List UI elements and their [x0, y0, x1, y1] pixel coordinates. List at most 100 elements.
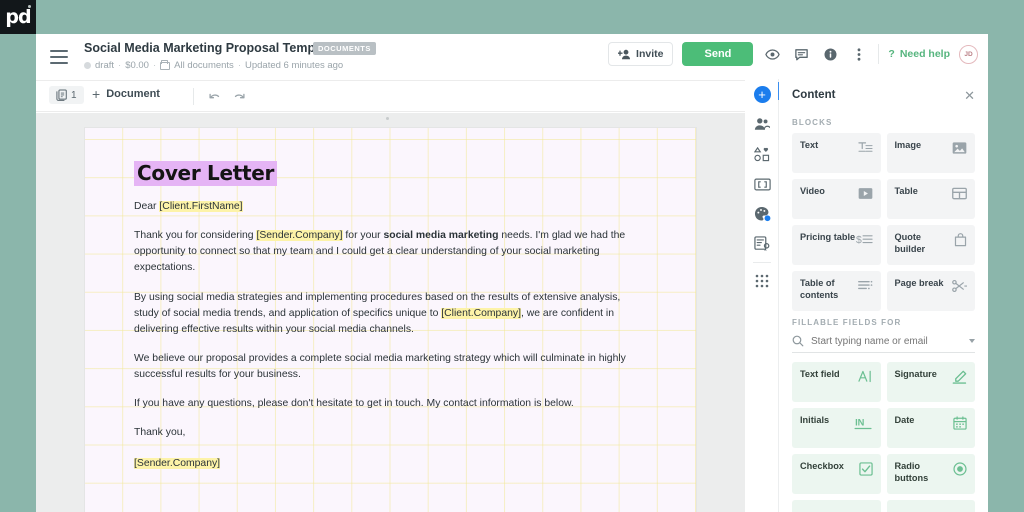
paragraph-2[interactable]: By using social media strategies and imp… — [134, 290, 646, 338]
field-radio-buttons[interactable]: Radio buttons — [886, 454, 975, 494]
field-radio-buttons-label: Radio buttons — [894, 461, 929, 483]
pandadoc-logo[interactable]: pd — [0, 0, 36, 34]
salutation-paragraph[interactable]: Dear [Client.FirstName] — [134, 199, 646, 215]
add-person-icon — [618, 49, 631, 59]
close-icon[interactable]: ✕ — [964, 89, 975, 102]
paragraph-1[interactable]: Thank you for considering [Sender.Compan… — [134, 228, 646, 276]
fillable-fields-grid: Text field Signature Initials IN Date Ch… — [779, 362, 988, 494]
logo-dot — [28, 5, 31, 8]
header-actions: Invite Send ? Need help JD — [608, 42, 978, 66]
sender-company-token-1[interactable]: [Sender.Company] — [256, 230, 343, 242]
more-vertical-icon[interactable] — [849, 44, 869, 64]
field-checkbox[interactable]: Checkbox — [792, 454, 881, 494]
block-table-of-contents-label: Table of contents — [800, 278, 839, 300]
header-divider — [878, 44, 880, 64]
block-video[interactable]: Video — [792, 179, 881, 219]
send-button[interactable]: Send — [682, 42, 754, 66]
document-page[interactable]: Cover Letter Dear [Client.FirstName] Tha… — [85, 128, 696, 512]
page-count-button[interactable]: 1 — [49, 86, 84, 104]
variables-button[interactable] — [745, 169, 779, 199]
cover-letter-heading-wrap: Cover Letter — [134, 161, 676, 186]
top-header: Social Media Marketing Proposal Template… — [36, 34, 988, 81]
folder-icon — [160, 59, 171, 70]
page-count-value: 1 — [71, 89, 77, 101]
redo-icon[interactable] — [232, 90, 246, 104]
field-text-field[interactable]: Text field — [792, 362, 881, 402]
page-title: Social Media Marketing Proposal Template — [84, 41, 337, 55]
form-icon — [754, 236, 770, 252]
field-overflow-right[interactable] — [886, 500, 975, 512]
block-pricing-table[interactable]: Pricing table $ — [792, 225, 881, 265]
field-initials-label: Initials — [800, 415, 830, 425]
block-quote-builder[interactable]: Quote builder — [886, 225, 975, 265]
menu-icon[interactable] — [50, 50, 68, 64]
pages-icon — [56, 89, 67, 101]
need-help-button[interactable]: ? Need help — [888, 48, 950, 60]
p1-a: Thank you for considering — [134, 230, 257, 242]
block-quote-builder-label: Quote builder — [894, 232, 926, 254]
cover-letter-heading[interactable]: Cover Letter — [134, 161, 278, 186]
add-block-button[interactable]: + — [745, 79, 779, 109]
need-help-label: Need help — [899, 48, 950, 60]
content-library-button[interactable] — [745, 139, 779, 169]
blocks-grid: Text Image Video Table Pricing table $ Q… — [779, 133, 988, 311]
paragraph-3[interactable]: We believe our proposal provides a compl… — [134, 351, 646, 383]
question-mark-icon: ? — [888, 48, 895, 60]
page-handle-dot — [386, 117, 389, 120]
text-block-icon — [857, 141, 873, 160]
block-text-label: Text — [800, 140, 819, 150]
folder-name[interactable]: All documents — [174, 60, 234, 71]
client-firstname-token[interactable]: [Client.FirstName] — [159, 201, 243, 212]
preview-eye-icon[interactable] — [762, 44, 782, 64]
signature-pen-icon — [952, 370, 967, 389]
field-signature[interactable]: Signature — [886, 362, 975, 402]
block-image[interactable]: Image — [886, 133, 975, 173]
field-overflow-left[interactable] — [792, 500, 881, 512]
field-initials[interactable]: Initials IN — [792, 408, 881, 448]
recipients-button[interactable] — [745, 109, 779, 139]
add-document-button[interactable]: + Document — [92, 87, 160, 101]
block-page-break[interactable]: Page break — [886, 271, 975, 311]
calendar-icon — [953, 416, 967, 435]
text-cursor-icon — [857, 370, 873, 388]
blocks-section-label: BLOCKS — [792, 118, 833, 127]
meta-sep-2: · — [152, 60, 157, 71]
sender-company-token-2[interactable]: [Sender.Company] — [134, 458, 221, 470]
invite-label: Invite — [636, 48, 664, 60]
client-company-token[interactable]: [Client.Company] — [441, 307, 521, 319]
people-icon — [754, 118, 770, 130]
document-canvas: Cover Letter Dear [Client.FirstName] Tha… — [36, 113, 745, 512]
undo-icon[interactable] — [208, 90, 222, 104]
avatar[interactable]: JD — [959, 44, 978, 64]
block-table-label: Table — [894, 186, 918, 196]
invite-button[interactable]: Invite — [608, 42, 674, 66]
table-of-contents-icon — [857, 279, 873, 297]
block-image-label: Image — [894, 140, 922, 150]
theme-button[interactable] — [745, 199, 779, 229]
field-date[interactable]: Date — [886, 408, 975, 448]
form-settings-button[interactable] — [745, 229, 779, 259]
info-icon[interactable] — [820, 44, 840, 64]
apps-button[interactable] — [745, 266, 779, 296]
fillable-fields-overflow-row — [779, 500, 988, 512]
meta-sep-3: · — [237, 60, 241, 71]
recipient-search[interactable] — [792, 335, 975, 353]
p1-bold: social media marketing — [383, 230, 499, 242]
chevron-down-icon[interactable] — [969, 339, 975, 343]
content-panel: Content ✕ BLOCKS Text Image Video Table … — [779, 79, 988, 512]
block-text[interactable]: Text — [792, 133, 881, 173]
initials-icon: IN — [853, 416, 873, 435]
block-table-of-contents[interactable]: Table of contents — [792, 271, 881, 311]
search-input[interactable] — [811, 335, 962, 347]
block-table[interactable]: Table — [886, 179, 975, 219]
table-icon — [952, 187, 967, 205]
plus-icon: + — [92, 86, 101, 102]
comment-icon[interactable] — [791, 44, 811, 64]
sidebar-rail: + — [745, 79, 780, 512]
signature-paragraph[interactable]: [Sender.Company] — [134, 456, 646, 472]
paragraph-5[interactable]: Thank you, — [134, 425, 646, 441]
salutation-prefix: Dear — [134, 201, 160, 212]
paragraph-4[interactable]: If you have any questions, please don't … — [134, 396, 646, 412]
app-window: Social Media Marketing Proposal Template… — [36, 34, 988, 512]
image-icon — [952, 141, 967, 160]
